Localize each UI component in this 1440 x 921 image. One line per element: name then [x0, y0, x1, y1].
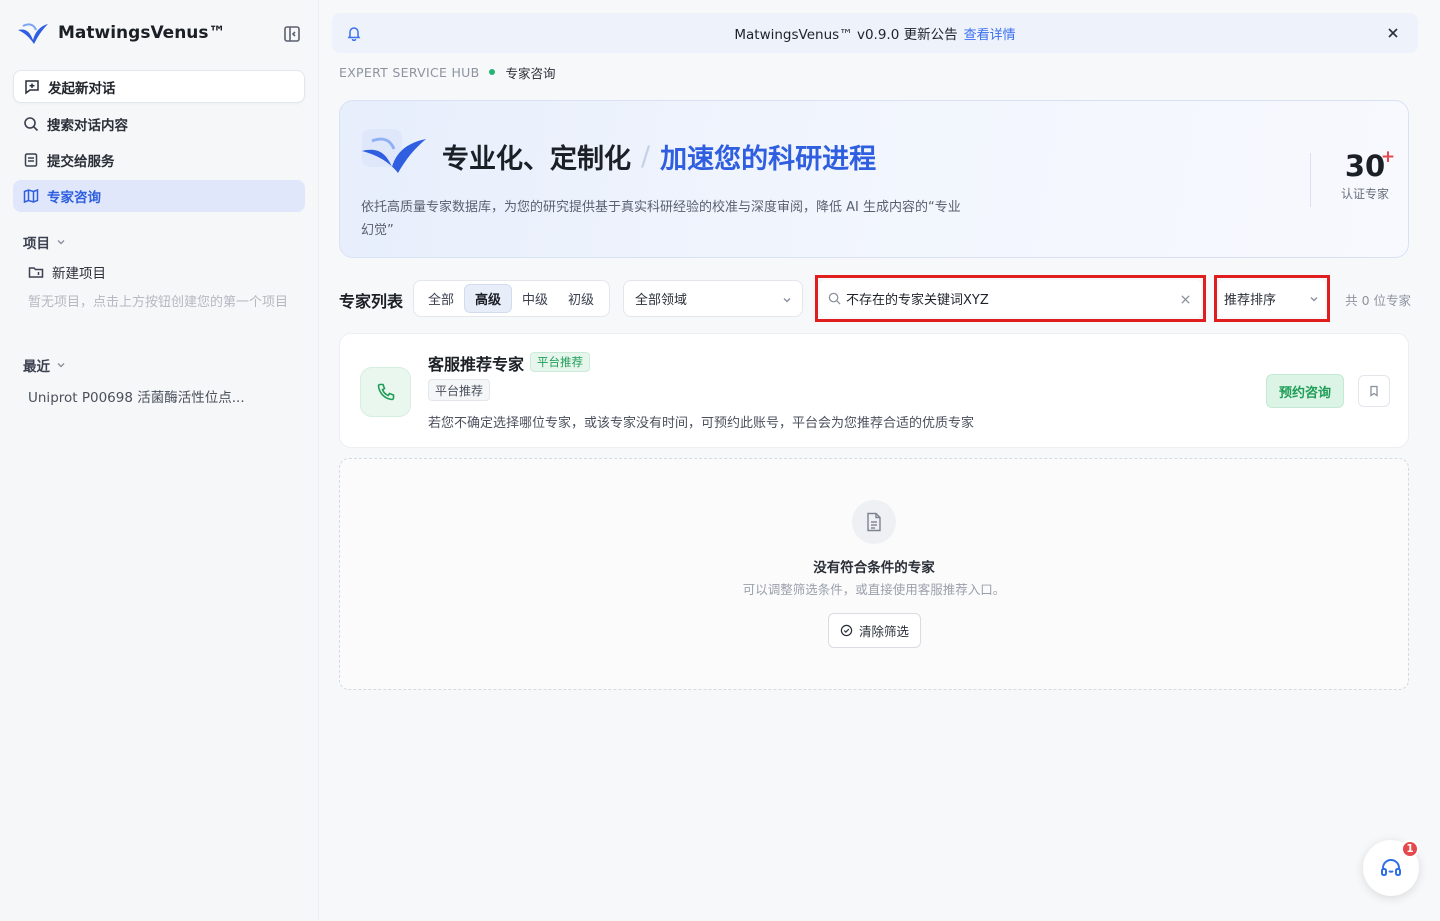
nav-label: 提交给服务	[47, 154, 115, 170]
nav-submit-service[interactable]: 提交给服务	[13, 144, 305, 176]
empty-state-icon-wrap	[852, 500, 896, 544]
form-icon	[24, 153, 38, 167]
main-content: MatwingsVenus™ v0.9.0 更新公告 查看详情 EXPERT S…	[320, 0, 1440, 921]
sort-select[interactable]: 推荐排序	[1219, 280, 1325, 317]
expert-search-input[interactable]	[846, 291, 1176, 306]
logo-icon	[18, 23, 48, 44]
clear-search-icon[interactable]	[1180, 294, 1191, 305]
logo-icon	[362, 129, 426, 173]
stat-plus: +	[1380, 147, 1396, 167]
nav-search-conversations[interactable]: 搜索对话内容	[13, 108, 305, 140]
breadcrumb-section[interactable]: EXPERT SERVICE HUB	[339, 65, 479, 80]
clear-filters-label: 清除筛选	[858, 624, 909, 639]
hero-description: 依托高质量专家数据库，为您的研究提供基于真实科研经验的校准与深度审阅，降低 AI…	[361, 200, 961, 238]
notification-badge: 1	[1401, 840, 1419, 858]
level-segmented-control: 全部 高级 中级 初级	[413, 280, 610, 317]
chevron-down-icon	[1310, 297, 1318, 302]
domain-select[interactable]: 全部领域	[623, 280, 803, 317]
empty-state-title: 没有符合条件的专家	[813, 560, 935, 576]
bell-icon	[347, 27, 361, 41]
recent-label: 最近	[23, 359, 50, 375]
chevron-down-icon	[57, 240, 65, 245]
bookmark-icon	[1370, 385, 1378, 397]
hero-banner: 专业化、定制化 / 加速您的科研进程 依托高质量专家数据库，为您的研究提供基于真…	[339, 100, 1409, 258]
check-circle-icon	[840, 624, 853, 637]
level-senior[interactable]: 高级	[464, 284, 513, 313]
sidebar-collapse-icon[interactable]	[282, 24, 302, 44]
close-icon[interactable]	[1386, 26, 1400, 40]
level-junior[interactable]: 初级	[558, 284, 604, 313]
book-consultation-button[interactable]: 预约咨询	[1266, 374, 1344, 408]
breadcrumb-dot	[489, 69, 496, 75]
nav-label: 专家咨询	[47, 190, 101, 206]
search-highlight-box	[815, 275, 1206, 322]
chevron-down-icon	[783, 298, 791, 303]
folder-plus-icon	[28, 267, 44, 278]
expert-tag: 平台推荐	[428, 379, 491, 401]
phone-icon	[377, 383, 394, 401]
search-icon	[24, 117, 39, 132]
hero-title: 专业化、定制化 / 加速您的科研进程	[442, 137, 876, 176]
nav-label: 搜索对话内容	[47, 118, 128, 134]
sort-select-value: 推荐排序	[1224, 293, 1277, 308]
expert-description: 若您不确定选择哪位专家，或该专家没有时间，可预约此账号，平台会为您推荐合适的优质…	[428, 416, 975, 431]
filter-bar: 专家列表 全部 高级 中级 初级 全部领域 推荐排序 共 0 位专家	[339, 275, 1411, 322]
stat-label: 认证专家	[1340, 187, 1389, 201]
hero-title-separator: /	[641, 141, 651, 172]
certified-experts-stat: 30 + 认证专家	[1340, 147, 1395, 202]
level-mid[interactable]: 中级	[512, 284, 558, 313]
hero-divider	[1310, 153, 1311, 207]
headset-icon	[1381, 859, 1401, 876]
level-all[interactable]: 全部	[418, 284, 464, 313]
bookmark-button[interactable]	[1358, 375, 1390, 407]
chevron-down-icon	[57, 363, 65, 368]
expert-count: 共 0 位专家	[1345, 293, 1411, 308]
expert-list-title: 专家列表	[339, 292, 404, 311]
hero-title-main: 专业化、定制化	[442, 144, 631, 175]
announcement-bar: MatwingsVenus™ v0.9.0 更新公告 查看详情	[332, 13, 1418, 53]
platform-recommended-badge: 平台推荐	[530, 352, 590, 372]
sort-highlight-box: 推荐排序	[1214, 275, 1330, 322]
breadcrumb: EXPERT SERVICE HUB 专家咨询	[339, 63, 556, 81]
recent-conversation-item[interactable]: Uniprot P00698 活菌酶活性位点...	[28, 386, 245, 406]
new-chat-label: 发起新对话	[48, 80, 116, 97]
sidebar: MatwingsVenus™ 发起新对话 搜索对话内容 提交给服务 专家咨询 项…	[0, 0, 319, 921]
empty-state-subtitle: 可以调整筛选条件，或直接使用客服推荐入口。	[742, 582, 1006, 597]
expert-search-field	[820, 280, 1201, 317]
customer-support-button[interactable]: 1	[1363, 840, 1419, 896]
projects-section-toggle[interactable]: 项目	[23, 232, 66, 252]
expert-avatar	[360, 367, 411, 417]
new-chat-icon	[25, 79, 39, 94]
brand-name: MatwingsVenus™	[58, 23, 226, 43]
new-project-button[interactable]: 新建项目	[28, 262, 106, 282]
announcement-text: MatwingsVenus™ v0.9.0 更新公告	[734, 27, 958, 43]
breadcrumb-current: 专家咨询	[505, 65, 556, 81]
domain-select-value: 全部领域	[635, 293, 688, 308]
projects-empty-hint: 暂无项目，点击上方按钮创建您的第一个项目	[28, 295, 289, 310]
expert-card: 客服推荐专家 平台推荐 平台推荐 若您不确定选择哪位专家，或该专家没有时间，可预…	[339, 333, 1409, 448]
nav-expert-consult[interactable]: 专家咨询	[13, 180, 305, 212]
new-project-label: 新建项目	[52, 266, 106, 282]
recent-section-toggle[interactable]: 最近	[23, 355, 66, 375]
new-chat-button[interactable]: 发起新对话	[13, 70, 305, 103]
brand[interactable]: MatwingsVenus™	[16, 18, 226, 48]
empty-state: 没有符合条件的专家 可以调整筛选条件，或直接使用客服推荐入口。 清除筛选	[339, 458, 1409, 690]
stat-value: 30	[1344, 149, 1386, 183]
document-icon	[867, 512, 881, 532]
search-icon	[828, 292, 841, 305]
clear-filters-button[interactable]: 清除筛选	[828, 613, 921, 648]
projects-label: 项目	[23, 236, 50, 252]
hero-title-accent: 加速您的科研进程	[660, 144, 877, 175]
map-icon	[23, 188, 39, 204]
announcement-details-link[interactable]: 查看详情	[964, 24, 1016, 43]
expert-name: 客服推荐专家	[428, 355, 525, 374]
